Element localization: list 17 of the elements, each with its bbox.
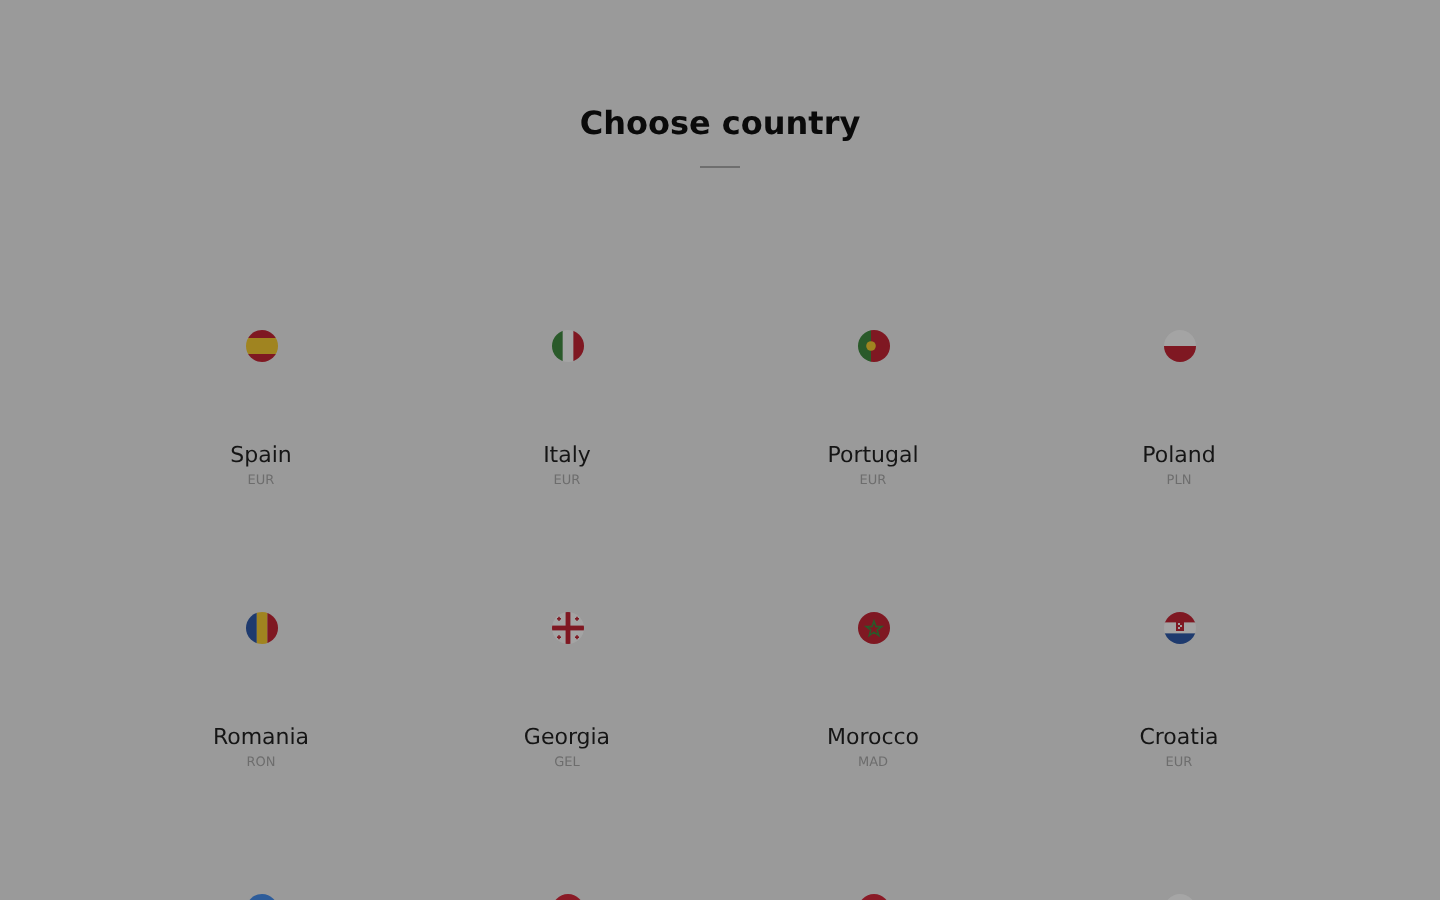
flag-icon (551, 612, 583, 644)
flag-icon (1163, 612, 1195, 644)
flag-icon (245, 330, 277, 362)
country-name[interactable]: Croatia (1139, 724, 1219, 752)
country-name[interactable]: Morocco (826, 724, 920, 752)
country-name[interactable]: Poland (1142, 442, 1216, 470)
flag-icon (857, 330, 889, 362)
flag-icon (245, 612, 277, 644)
flag-icon (857, 612, 889, 644)
country-name[interactable]: Romania (212, 724, 310, 752)
flag-icon (1163, 330, 1195, 362)
country-name[interactable]: Portugal (827, 442, 919, 470)
page-title: Choose country (577, 104, 863, 144)
country-name[interactable]: Spain (230, 442, 292, 470)
country-name[interactable]: Italy (543, 442, 591, 470)
country-name[interactable]: Georgia (523, 724, 611, 752)
flag-icon (551, 330, 583, 362)
